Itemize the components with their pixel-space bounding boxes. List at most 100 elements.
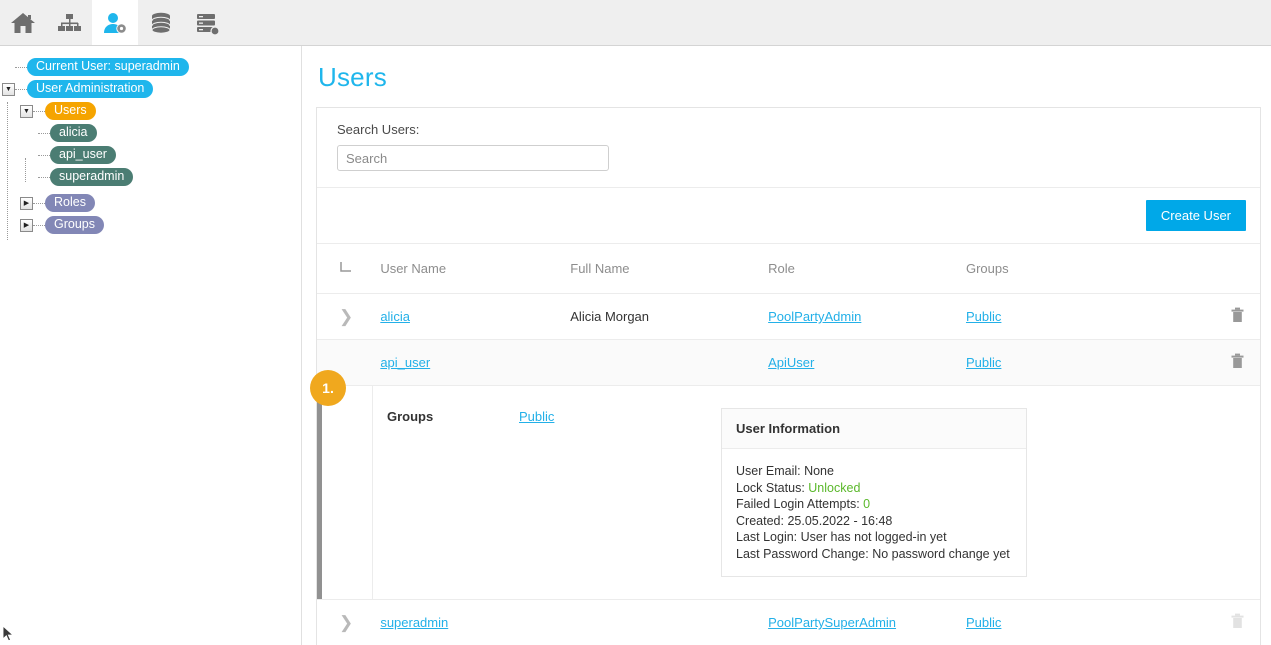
tree-node-label[interactable]: Current User: superadmin <box>27 58 189 76</box>
home-icon[interactable] <box>0 0 46 45</box>
info-value: None <box>804 464 834 478</box>
page-title: Users <box>318 62 1261 93</box>
header-role[interactable]: Role <box>768 244 966 294</box>
tree-node-label[interactable]: Roles <box>45 194 95 212</box>
group-link[interactable]: Public <box>966 309 1001 324</box>
table-row-detail: Groups Public User Information User <box>317 386 1260 600</box>
detail-groups-value: Public <box>519 408 699 577</box>
delete-icon-disabled <box>1231 613 1244 632</box>
tree-toggle-open-icon[interactable]: ▼ <box>2 83 15 96</box>
cell-full-name <box>570 340 768 386</box>
info-line-user-email: User Email: None <box>736 463 1012 480</box>
cell-user-name: api_user <box>380 340 570 386</box>
cell-user-name: superadmin <box>380 600 570 645</box>
search-label: Search Users: <box>337 122 1260 137</box>
header-actions <box>1192 244 1260 294</box>
chevron-right-icon[interactable]: ❯ <box>339 614 353 631</box>
info-line-lock-status: Lock Status: Unlocked <box>736 480 1012 497</box>
user-admin-icon[interactable] <box>92 0 138 45</box>
user-name-link[interactable]: superadmin <box>380 615 448 630</box>
table-row[interactable]: ❯ alicia Alicia Morgan PoolPartyAdmin Pu… <box>317 294 1260 340</box>
info-value: User has not logged-in yet <box>801 530 947 544</box>
cell-user-name: alicia <box>380 294 570 340</box>
tree-node-label[interactable]: api_user <box>50 146 116 164</box>
tree-toggle-closed-icon[interactable]: ▶ <box>20 219 33 232</box>
delete-icon[interactable] <box>1231 307 1244 326</box>
cell-role: PoolPartyAdmin <box>768 294 966 340</box>
cell-groups: Public <box>966 294 1192 340</box>
group-link[interactable]: Public <box>966 615 1001 630</box>
tree-node-current-user[interactable]: Current User: superadmin <box>0 56 301 78</box>
tree-node-api-user[interactable]: api_user <box>0 144 301 166</box>
tree-connector <box>15 89 27 90</box>
role-link[interactable]: PoolPartySuperAdmin <box>768 615 896 630</box>
header-user-name[interactable]: User Name <box>380 244 570 294</box>
tree-node-groups[interactable]: ▶ Groups <box>0 214 301 236</box>
table-row[interactable]: ❯ superadmin PoolPartySuperAdmin Public <box>317 600 1260 645</box>
user-information-title: User Information <box>722 409 1026 449</box>
page-body: Current User: superadmin ▼ User Administ… <box>0 46 1271 645</box>
search-input[interactable] <box>337 145 609 171</box>
tree-connector <box>38 177 50 178</box>
cell-delete <box>1192 294 1260 340</box>
detail-group-link[interactable]: Public <box>519 409 554 424</box>
server-icon[interactable] <box>184 0 230 45</box>
info-line-last-login: Last Login: User has not logged-in yet <box>736 529 1012 546</box>
taxonomy-icon[interactable] <box>46 0 92 45</box>
users-table-head: User Name Full Name Role Groups <box>317 244 1260 294</box>
header-full-name[interactable]: Full Name <box>570 244 768 294</box>
role-link[interactable]: ApiUser <box>768 355 814 370</box>
info-line-failed-logins: Failed Login Attempts: 0 <box>736 496 1012 513</box>
tree-toggle-placeholder <box>2 61 15 74</box>
tree-toggle-closed-icon[interactable]: ▶ <box>20 197 33 210</box>
tree-node-users[interactable]: ▼ Users <box>0 100 301 122</box>
detail-panel: Groups Public User Information User <box>317 386 1260 599</box>
row-expand-cell[interactable]: ❯ <box>317 294 380 340</box>
tree-connector <box>33 203 45 204</box>
info-label: Failed Login Attempts: <box>736 497 860 511</box>
tree-connector <box>38 155 50 156</box>
tree-connector <box>33 111 45 112</box>
collapse-all-icon[interactable] <box>339 260 353 277</box>
database-icon[interactable] <box>138 0 184 45</box>
users-table-body: ❯ alicia Alicia Morgan PoolPartyAdmin Pu… <box>317 294 1260 645</box>
cell-full-name: Alicia Morgan <box>570 294 768 340</box>
tree-node-alicia[interactable]: alicia <box>0 122 301 144</box>
role-link[interactable]: PoolPartyAdmin <box>768 309 861 324</box>
tree-node-label[interactable]: alicia <box>50 124 97 142</box>
tree-connector <box>15 67 27 68</box>
cell-delete <box>1192 340 1260 386</box>
detail-gutter <box>322 386 373 599</box>
row-expand-cell[interactable]: ❯ <box>317 600 380 645</box>
info-label: Last Password Change: <box>736 547 869 561</box>
annotation-marker-1: 1. <box>310 370 346 406</box>
tree-toggle-open-icon[interactable]: ▼ <box>20 105 33 118</box>
sidebar-tree: Current User: superadmin ▼ User Administ… <box>0 46 302 645</box>
user-information-body: User Email: None Lock Status: Unlocked <box>722 449 1026 576</box>
detail-content: Groups Public User Information User <box>373 386 1260 599</box>
top-toolbar <box>0 0 1271 46</box>
cell-role: ApiUser <box>768 340 966 386</box>
chevron-right-icon[interactable]: ❯ <box>339 308 353 325</box>
tree-node-roles[interactable]: ▶ Roles <box>0 192 301 214</box>
search-section: Search Users: <box>317 108 1260 188</box>
user-name-link[interactable]: api_user <box>380 355 430 370</box>
tree-node-superadmin[interactable]: superadmin <box>0 166 301 188</box>
info-value-status: Unlocked <box>808 481 860 495</box>
info-line-last-password-change: Last Password Change: No password change… <box>736 546 1012 563</box>
tree-node-label[interactable]: Groups <box>45 216 104 234</box>
tree-node-label[interactable]: superadmin <box>50 168 133 186</box>
delete-icon[interactable] <box>1231 353 1244 372</box>
table-row[interactable]: api_user ApiUser Public <box>317 340 1260 386</box>
header-groups[interactable]: Groups <box>966 244 1192 294</box>
create-user-button[interactable]: Create User <box>1146 200 1246 231</box>
users-table: User Name Full Name Role Groups ❯ <box>317 244 1260 645</box>
tree-connector <box>38 133 50 134</box>
tree-node-label[interactable]: Users <box>45 102 96 120</box>
tree-node-label[interactable]: User Administration <box>27 80 153 98</box>
tree-connector <box>33 225 45 226</box>
header-expand-column <box>317 244 380 294</box>
user-name-link[interactable]: alicia <box>380 309 410 324</box>
tree-node-user-administration[interactable]: ▼ User Administration <box>0 78 301 100</box>
group-link[interactable]: Public <box>966 355 1001 370</box>
